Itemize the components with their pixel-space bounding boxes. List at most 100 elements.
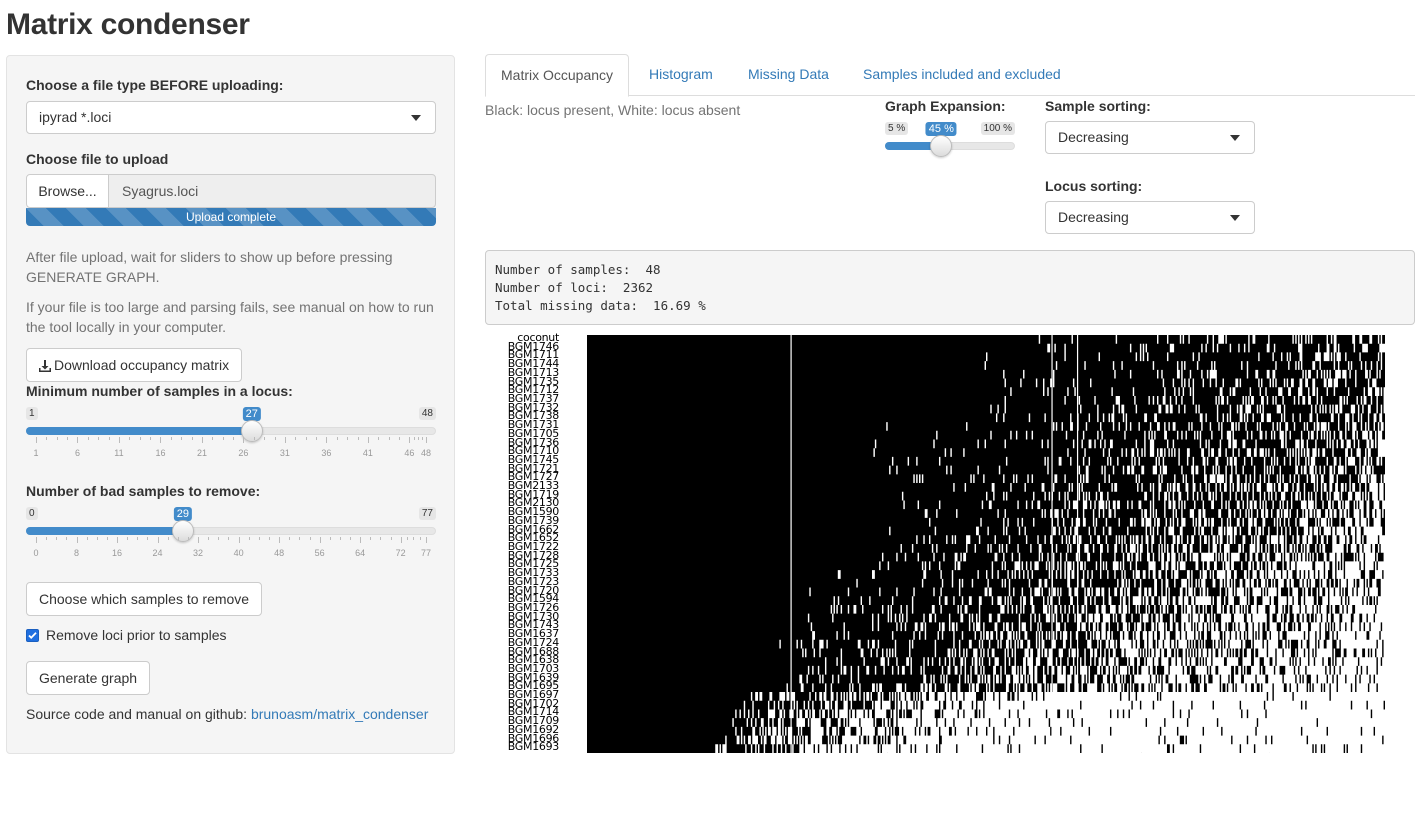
slider-tick: [426, 437, 427, 443]
download-matrix-button[interactable]: Download occupancy matrix: [26, 348, 243, 382]
slider-tick-label: 16: [155, 448, 166, 458]
slider-minor-tick: [56, 437, 58, 440]
slider-minor-tick: [139, 437, 141, 440]
slider-minor-tick: [167, 537, 169, 540]
expansion-value: 45 %: [925, 122, 957, 139]
slider-tick: [360, 537, 362, 543]
slider-minor-tick: [264, 437, 266, 440]
slider-minor-tick: [191, 437, 193, 440]
slider-minor-tick: [208, 537, 210, 540]
slider-minor-tick: [233, 437, 235, 440]
expansion-min: 5 %: [885, 122, 909, 135]
slider-minor-tick: [228, 537, 230, 540]
slider-minor-tick: [86, 537, 88, 540]
slider-minor-tick: [177, 537, 179, 540]
slider-tick-label: 31: [279, 448, 290, 458]
graph-expansion-label: Graph Expansion:: [885, 98, 1006, 114]
locus-sorting-select[interactable]: Decreasing: [1045, 201, 1255, 234]
tab-histogram[interactable]: Histogram: [634, 54, 728, 96]
slider-tick-label: 48: [274, 548, 285, 558]
remove-loci-checkbox[interactable]: [26, 629, 39, 642]
occupancy-matrix-image: [587, 335, 1386, 753]
slider-minor-tick: [66, 537, 68, 540]
slider-tick-label: 56: [314, 548, 325, 558]
slider-minor-tick: [222, 437, 224, 440]
slider-minor-tick: [108, 437, 110, 440]
slider-minor-tick: [150, 437, 152, 440]
browse-button[interactable]: Browse...: [26, 174, 109, 208]
slider-tick-label: 77: [420, 548, 432, 558]
sample-sorting-value: Decreasing: [1058, 129, 1129, 145]
tab-missing-data[interactable]: Missing Data: [733, 54, 844, 96]
summary-loci: Number of loci: 2362: [495, 280, 654, 295]
upload-label: Choose file to upload: [26, 151, 169, 167]
slider-minor-tick: [274, 437, 276, 440]
slider-minor-tick: [370, 537, 372, 540]
slider-minor-tick: [413, 437, 415, 440]
slider-minor-tick: [305, 437, 307, 440]
help-text-upload: After file upload, wait for sliders to s…: [26, 249, 393, 285]
sample-sorting-select[interactable]: Decreasing: [1045, 121, 1255, 154]
slider-minor-tick: [350, 537, 352, 540]
slider-tick: [243, 437, 245, 443]
slider-minor-tick: [106, 537, 108, 540]
locus-sorting-value: Decreasing: [1058, 209, 1129, 225]
tab-matrix-occupancy[interactable]: Matrix Occupancy: [485, 54, 630, 97]
graph-expansion-slider[interactable]: 5 % 100 % 45 %: [885, 122, 1015, 182]
bad-samples-slider[interactable]: 0 77 29 0 8 16 24 32 40 48 56 64 72 77: [26, 507, 436, 567]
slider-tick-label: 36: [321, 448, 332, 458]
slider-minor-tick: [347, 437, 349, 440]
slider-tick: [367, 437, 369, 443]
slider-minor-tick: [421, 437, 423, 440]
slider-tick: [279, 537, 281, 543]
slider-minor-tick: [46, 537, 48, 540]
slider-minor-tick: [170, 437, 172, 440]
min-samples-slider[interactable]: 1 48 27 1 6 11 16 21 26 31 36 41 46 48: [26, 407, 436, 467]
slider-fill: [26, 427, 252, 435]
slider-minor-tick: [339, 537, 341, 540]
bad-samples-max: 77: [418, 507, 436, 520]
slider-minor-tick: [46, 437, 48, 440]
slider-minor-tick: [258, 537, 260, 540]
slider-tick: [76, 537, 78, 543]
slider-minor-tick: [378, 437, 380, 440]
choose-samples-button[interactable]: Choose which samples to remove: [26, 582, 263, 616]
slider-tick-label: 26: [238, 448, 249, 458]
slider-fill: [26, 527, 183, 535]
file-type-label: Choose a file type BEFORE uploading:: [26, 77, 284, 93]
slider-minor-tick: [248, 537, 250, 540]
slider-minor-tick: [253, 437, 255, 440]
min-samples-max: 48: [418, 407, 436, 420]
slider-tick: [326, 437, 328, 443]
expansion-handle[interactable]: [930, 135, 953, 157]
slider-minor-tick: [67, 437, 69, 440]
tab-samples-included-excluded[interactable]: Samples included and excluded: [848, 54, 1076, 96]
sample-sorting-label: Sample sorting:: [1045, 98, 1151, 114]
slider-tick: [238, 537, 240, 543]
slider-ticks: 0 8 16 24 32 40 48 56 64 72 77: [26, 537, 436, 567]
slider-tick-label: 46: [404, 448, 415, 458]
slider-tick: [201, 437, 203, 443]
file-type-select[interactable]: ipyrad *.loci: [26, 101, 436, 134]
matrix-gap-column: [1076, 335, 1079, 753]
slider-tick: [198, 537, 200, 543]
expansion-max: 100 %: [980, 122, 1015, 135]
slider-tick-label: 40: [233, 548, 244, 558]
slider-minor-tick: [127, 537, 129, 540]
slider-tick: [319, 537, 321, 543]
generate-graph-button[interactable]: Generate graph: [26, 661, 151, 695]
slider-minor-tick: [268, 537, 270, 540]
slider-minor-tick: [329, 537, 331, 540]
slider-tick: [36, 537, 37, 543]
slider-tick: [77, 437, 79, 443]
caret-down-icon: [1230, 215, 1240, 221]
slider-tick: [157, 537, 159, 543]
summary-missing: Total missing data: 16.69 %: [495, 298, 706, 313]
occupancy-matrix-plot: coconut BGM1746 BGM1711 BGM1744 BGM1713 BGM17…: [485, 332, 1415, 755]
sample-labels: coconut BGM1746 BGM1711 BGM1744 BGM1713 BGM17…: [485, 332, 575, 755]
slider-tick-label: 11: [114, 448, 124, 458]
slider-tick: [409, 437, 411, 443]
slider-minor-tick: [299, 537, 301, 540]
slider-minor-tick: [309, 537, 311, 540]
github-link[interactable]: brunoasm/matrix_condenser: [251, 706, 428, 722]
